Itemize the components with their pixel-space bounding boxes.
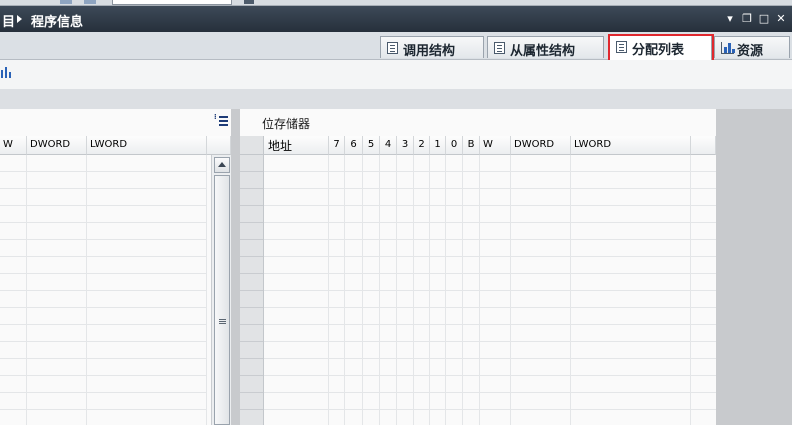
toolbar-icon[interactable] — [84, 0, 96, 4]
list-document-icon — [387, 42, 398, 54]
breadcrumb-arrow-icon — [17, 15, 22, 23]
filter-columns-icon[interactable] — [0, 66, 12, 80]
column-divider — [570, 155, 571, 425]
column-header-word[interactable]: W — [480, 136, 511, 155]
tab-label: 资源 — [737, 44, 764, 59]
vertical-scrollbar[interactable] — [211, 155, 231, 425]
column-header-filler — [691, 136, 716, 155]
column-header-bit4[interactable]: 4 — [380, 136, 397, 155]
column-divider — [86, 155, 87, 425]
column-header-bit2[interactable]: 2 — [414, 136, 430, 155]
column-divider — [413, 155, 414, 425]
column-header-bit6[interactable]: 6 — [345, 136, 363, 155]
column-divider — [445, 155, 446, 425]
column-divider — [344, 155, 345, 425]
right-table-pane: 位存储器 地址 7 6 5 4 3 2 1 0 B W DWORD LWORD — [240, 109, 716, 425]
column-divider — [26, 155, 27, 425]
maximize-icon[interactable]: □ — [758, 13, 770, 25]
column-divider — [510, 155, 511, 425]
column-header-w[interactable]: W — [0, 136, 27, 155]
column-divider — [396, 155, 397, 425]
section-title: 位存储器 — [262, 117, 311, 131]
toolbar-icon[interactable] — [244, 0, 254, 4]
column-divider — [690, 155, 691, 425]
column-divider — [328, 155, 329, 425]
tab-label: 调用结构 — [403, 44, 456, 59]
breadcrumb-fragment: 目 — [2, 15, 16, 30]
row-headers[interactable] — [240, 155, 264, 425]
toolbar-separator — [0, 89, 792, 109]
column-header-bit3[interactable]: 3 — [397, 136, 414, 155]
tab-dependency-structure[interactable]: 从属性结构 — [487, 36, 604, 59]
window-titlebar: 目 程序信息 ▾ ❐ □ ✕ — [0, 6, 792, 32]
tab-assignment-list[interactable]: 分配列表 — [609, 35, 712, 61]
bar-chart-icon — [721, 42, 735, 54]
column-divider — [462, 155, 463, 425]
tab-bar: 调用结构 从属性结构 分配列表 资源 — [0, 32, 792, 61]
row-header-corner — [240, 136, 264, 155]
column-divider — [379, 155, 380, 425]
column-divider — [429, 155, 430, 425]
column-header-bit5[interactable]: 5 — [363, 136, 380, 155]
scrollbar-thumb[interactable] — [214, 175, 230, 425]
tab-call-structure[interactable]: 调用结构 — [380, 36, 484, 59]
column-settings-icon[interactable]: ⁞ — [213, 114, 229, 128]
left-table-pane: ⁞ W DWORD LWORD — [0, 109, 231, 425]
tab-resources[interactable]: 资源 — [714, 36, 790, 59]
list-document-icon — [616, 41, 627, 53]
restore-icon[interactable]: ❐ — [741, 13, 753, 25]
column-divider — [206, 155, 207, 425]
column-header-dword[interactable]: DWORD — [511, 136, 571, 155]
tab-label: 分配列表 — [632, 43, 685, 58]
toolbar-field[interactable] — [112, 0, 232, 5]
column-header-bit0[interactable]: 0 — [446, 136, 463, 155]
table-body[interactable] — [264, 155, 716, 425]
column-header-dword[interactable]: DWORD — [27, 136, 87, 155]
column-divider — [362, 155, 363, 425]
list-document-icon — [494, 42, 505, 54]
toolbar-icon[interactable] — [60, 0, 72, 4]
column-header-filler — [207, 136, 231, 155]
work-area: ⁞ W DWORD LWORD 位存储器 地址 7 6 5 4 3 2 1 0 … — [0, 109, 792, 425]
column-header-lword[interactable]: LWORD — [571, 136, 691, 155]
column-header-bit1[interactable]: 1 — [430, 136, 446, 155]
column-divider — [479, 155, 480, 425]
scroll-up-button[interactable] — [214, 157, 230, 173]
pane-header — [0, 109, 231, 136]
column-header-address[interactable]: 地址 — [264, 136, 329, 155]
column-header-lword[interactable]: LWORD — [87, 136, 207, 155]
window-title: 程序信息 — [31, 15, 84, 30]
pin-icon[interactable]: ▾ — [724, 13, 736, 25]
toolbar — [0, 60, 792, 89]
table-body[interactable] — [0, 155, 207, 425]
close-icon[interactable]: ✕ — [775, 13, 787, 25]
grip-icon — [219, 319, 226, 320]
tab-label: 从属性结构 — [510, 44, 576, 59]
column-header-byte[interactable]: B — [463, 136, 480, 155]
column-header-bit7[interactable]: 7 — [329, 136, 345, 155]
